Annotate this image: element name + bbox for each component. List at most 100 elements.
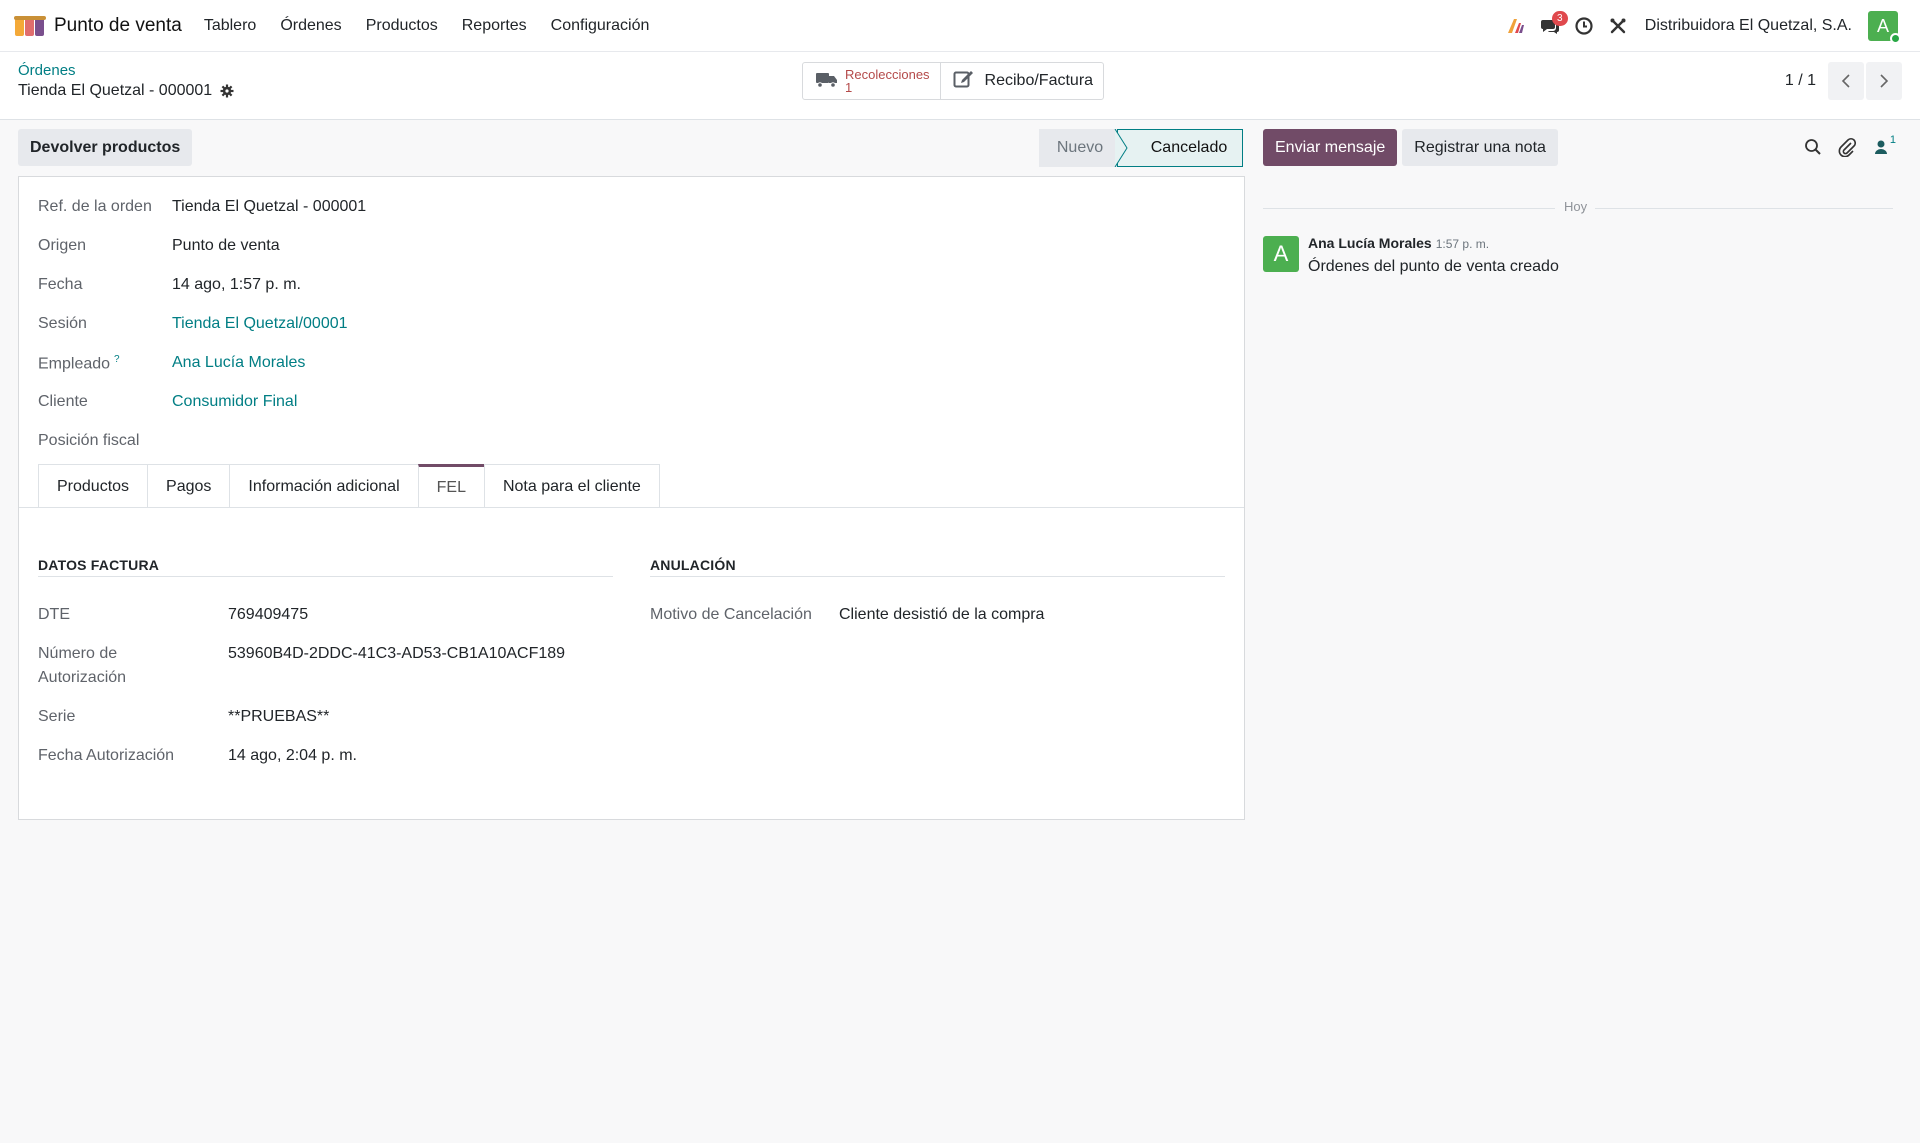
field-label: Serie [38,708,76,725]
dte-value: 769409475 [228,606,309,623]
message-author-avatar[interactable]: A [1263,236,1299,272]
field-label: Sesión [38,315,87,332]
field-label: Origen [38,237,87,254]
chat-icon[interactable]: 3 [1533,9,1568,43]
tab-productos[interactable]: Productos [38,464,149,508]
message-time: 1:57 p. m. [1435,237,1490,251]
field-label: Motivo de Cancelación [650,606,812,623]
field-label: Fecha Autorización [38,747,175,764]
pager-previous-button[interactable] [1828,62,1864,100]
customer-link[interactable]: Consumidor Final [172,393,297,411]
activity-clock-icon[interactable] [1567,9,1601,43]
control-panel: Órdenes Tienda El Quetzal - 000001 Recol… [0,52,1920,120]
pickings-smart-button[interactable]: Recolecciones 1 [803,63,940,99]
chevron-left-icon [1841,74,1850,88]
field-session: Sesión Tienda El Quetzal/00001 [38,315,348,333]
chatter-topbar: Enviar mensaje Registrar una nota [1263,129,1558,166]
serie-value: **PRUEBAS** [228,708,330,725]
message-body: Órdenes del punto de venta creado [1308,258,1559,275]
main-menu: Tablero Órdenes Productos Reportes Confi… [192,17,662,35]
tools-icon[interactable] [1601,9,1635,43]
tab-pagos[interactable]: Pagos [147,464,231,508]
user-avatar-initial: A [1876,15,1889,36]
menu-reportes[interactable]: Reportes [450,17,539,35]
invoice-label: Recibo/Factura [984,72,1094,89]
chatter-icons: 1 [1796,132,1898,162]
employee-link[interactable]: Ana Lucía Morales [172,354,305,373]
section-divider [650,576,1225,577]
edit-document-icon [953,69,975,94]
pager-next-button[interactable] [1866,62,1902,100]
tab-fel[interactable]: FEL [417,464,485,508]
stage-nuevo[interactable]: Nuevo [1039,129,1117,167]
field-order-ref: Ref. de la orden Tienda El Quetzal - 000… [38,198,366,216]
date-separator-line [1595,208,1893,209]
chevron-right-icon [1880,74,1889,88]
field-fiscal-position: Posición fiscal [38,432,198,450]
user-avatar[interactable]: A [1868,11,1901,44]
menu-ordenes[interactable]: Órdenes [268,17,353,35]
form-sheet: Ref. de la orden Tienda El Quetzal - 000… [18,176,1245,820]
breadcrumb-current: Tienda El Quetzal - 000001 [18,82,234,100]
session-link[interactable]: Tienda El Quetzal/00001 [172,315,348,333]
tab-divider [19,507,1244,508]
truck-icon [815,70,839,93]
pos-app-icon[interactable] [14,14,46,38]
message-author[interactable]: Ana Lucía Morales [1308,235,1432,251]
send-message-button[interactable]: Enviar mensaje [1263,129,1398,166]
invoice-smart-button[interactable]: Recibo/Factura [939,63,1104,99]
date-value: 14 ago, 1:57 p. m. [172,276,301,293]
field-origin: Origen Punto de venta [38,237,280,255]
help-tooltip-icon[interactable]: ? [114,354,120,365]
fel-cancel-reason: Motivo de Cancelación Cliente desistió d… [650,603,1044,627]
field-label: Fecha [38,276,83,293]
statusbar: Nuevo Cancelado [1039,129,1243,167]
return-products-button[interactable]: Devolver productos [18,129,193,166]
menu-configuracion[interactable]: Configuración [539,17,662,35]
pager: 1 / 1 [1785,62,1902,100]
stage-separator-icon [1113,129,1128,167]
notebook-tabs: Productos Pagos Información adicional FE… [38,464,660,508]
fel-serie: Serie **PRUEBAS** [38,705,329,729]
paperclip-icon[interactable] [1830,132,1864,162]
fel-authorization-date: Fecha Autorización 14 ago, 2:04 p. m. [38,744,357,768]
top-navbar: Punto de venta Tablero Órdenes Productos… [0,0,1920,52]
authorization-number-value: 53960B4D-2DDC-41C3-AD53-CB1A10ACF189 [228,645,566,662]
breadcrumb-parent[interactable]: Órdenes [18,62,76,79]
followers-count: 1 [1889,134,1896,146]
field-label: Cliente [38,393,88,410]
field-date: Fecha 14 ago, 1:57 p. m. [38,276,301,294]
section-divider [38,576,613,577]
date-separator: Hoy [1564,199,1588,214]
search-icon[interactable] [1796,132,1830,162]
tab-informacion-adicional[interactable]: Información adicional [229,464,419,508]
pager-value[interactable]: 1 / 1 [1785,72,1816,90]
authorization-date-value: 14 ago, 2:04 p. m. [228,747,357,764]
label-line: Autorización [38,669,127,686]
field-label: Empleado? [38,354,172,373]
tab-nota-cliente[interactable]: Nota para el cliente [483,464,660,508]
fel-dte: DTE 769409475 [38,603,308,627]
online-status-dot [1890,33,1901,44]
gear-icon[interactable] [220,84,234,98]
app-name[interactable]: Punto de venta [54,15,182,37]
origin-value: Punto de venta [172,237,280,254]
order-ref-value: Tienda El Quetzal - 000001 [172,198,367,215]
smart-buttons: Recolecciones 1 Recibo/Factura [802,62,1105,100]
record-title: Tienda El Quetzal - 000001 [18,82,213,99]
followers-icon[interactable]: 1 [1864,132,1898,162]
ai-assistant-icon[interactable] [1499,9,1533,43]
company-switcher[interactable]: Distribuidora El Quetzal, S.A. [1645,17,1852,35]
date-separator-line [1263,208,1555,209]
stage-cancelado[interactable]: Cancelado [1117,129,1243,167]
menu-tablero[interactable]: Tablero [192,17,268,35]
message-header: Ana Lucía Morales 1:57 p. m. [1308,235,1489,251]
field-customer: Cliente Consumidor Final [38,393,297,411]
employee-label-text: Empleado [38,355,111,373]
cancel-reason-value: Cliente desistió de la compra [839,606,1045,623]
datos-factura-title: DATOS FACTURA [38,557,160,573]
pickings-label: Recolecciones [845,67,930,82]
label-line: Número de [38,645,118,662]
menu-productos[interactable]: Productos [354,17,450,35]
log-note-button[interactable]: Registrar una nota [1402,129,1558,166]
